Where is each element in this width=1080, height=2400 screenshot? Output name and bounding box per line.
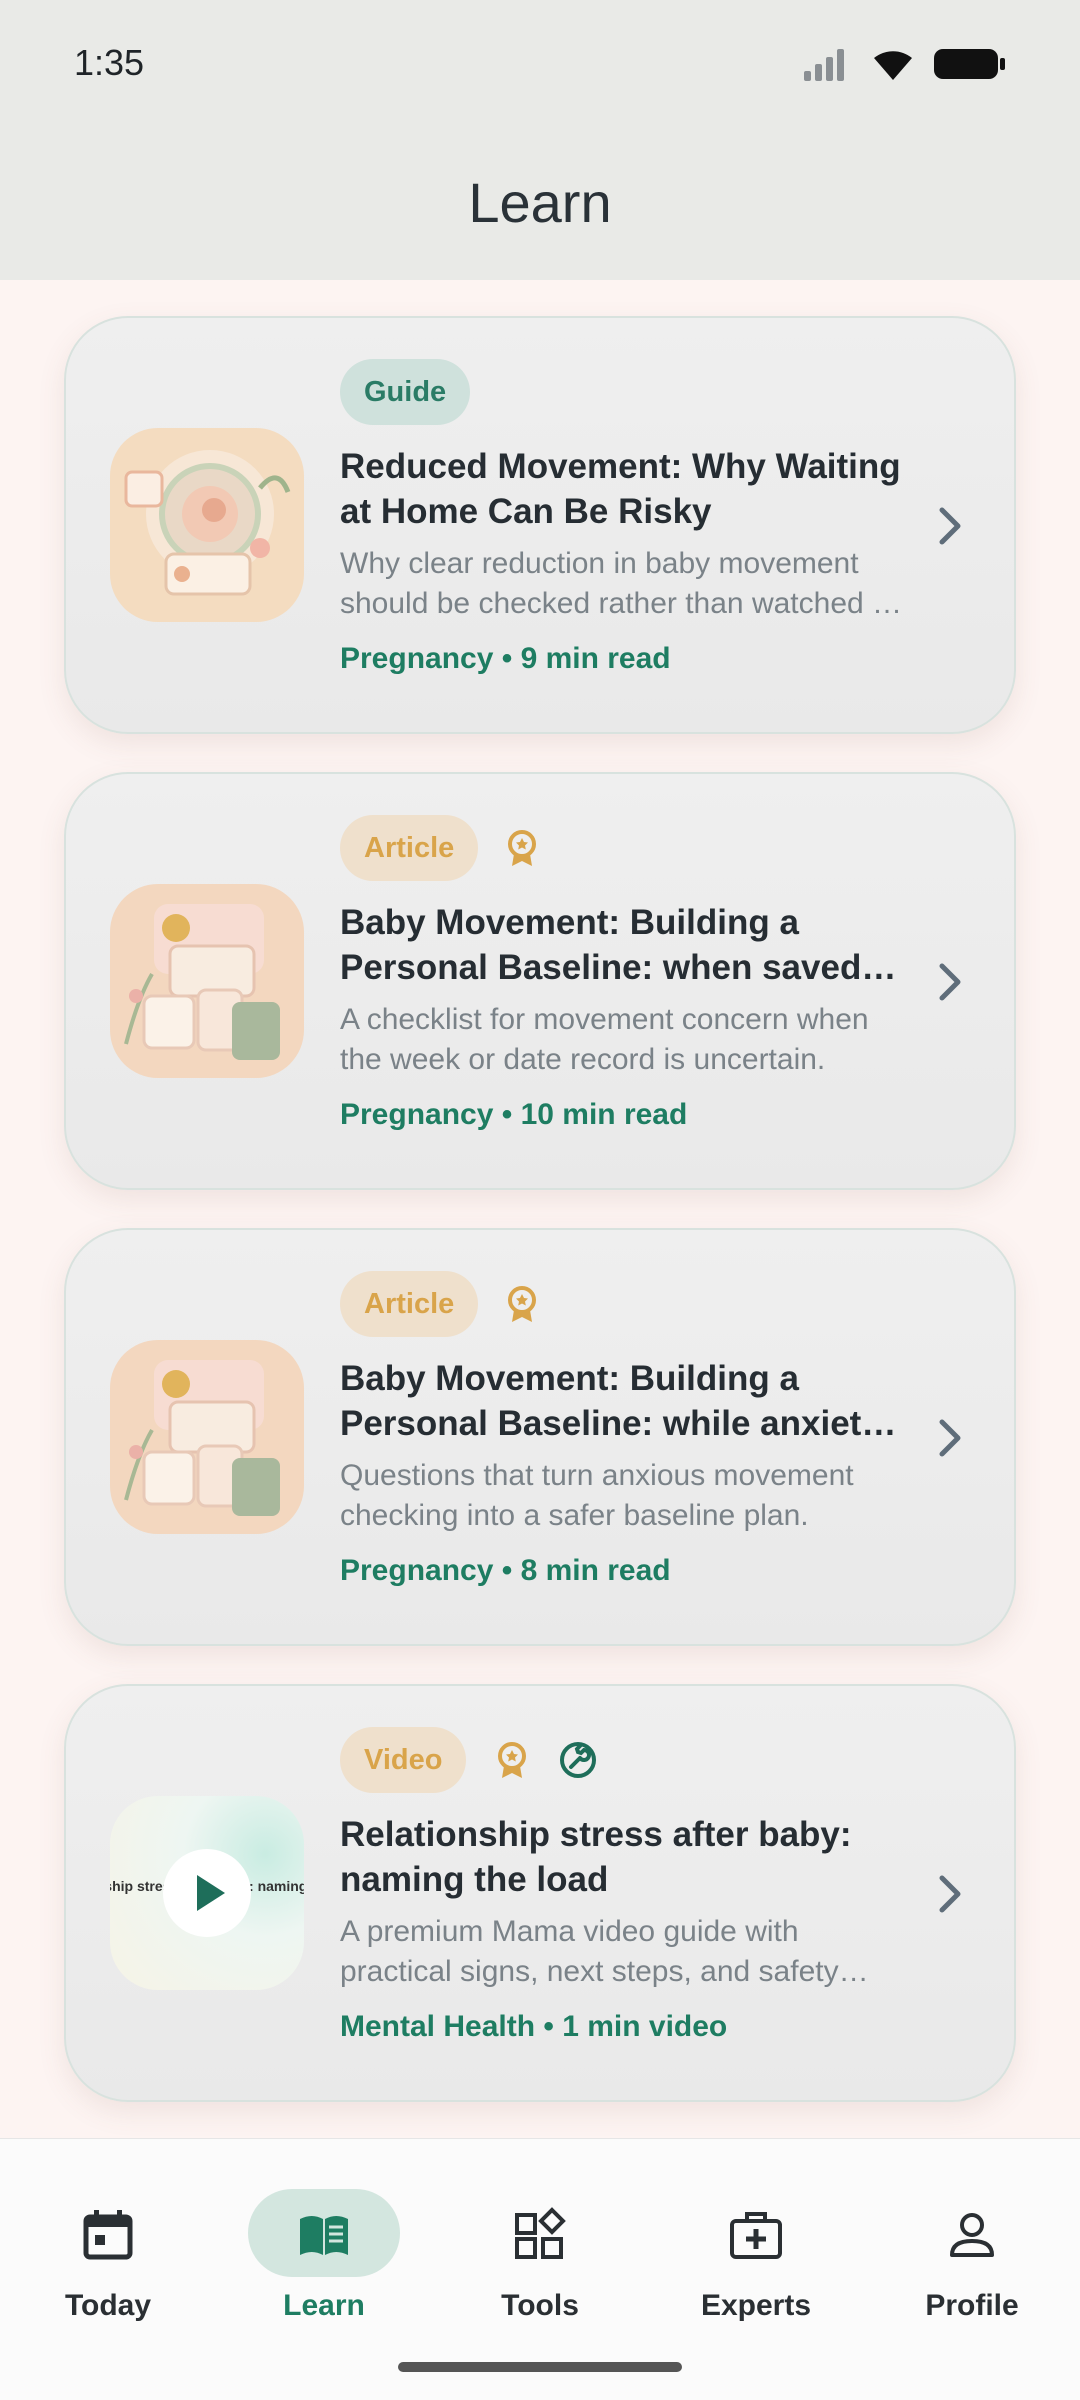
card-body: Article Baby Movement: Building a Person… (340, 814, 910, 1132)
person-icon (950, 2213, 994, 2257)
badge-row: Article (340, 1270, 910, 1338)
card-title: Relationship stress after baby: naming t… (340, 1815, 852, 1899)
home-indicator[interactable] (398, 2362, 682, 2372)
chevron-right-icon (939, 1419, 961, 1457)
checklist-illustration-icon (110, 884, 304, 1078)
chevron-right-icon (939, 1875, 961, 1913)
ultrasound-illustration-icon (110, 428, 304, 622)
nav-item-profile[interactable]: Profile (882, 2163, 1062, 2322)
card-meta: Pregnancy • 9 min read (340, 642, 671, 675)
wrench-icon (560, 1742, 597, 1778)
nav-label: Learn (283, 2289, 365, 2322)
nav-item-experts[interactable]: Experts (666, 2163, 846, 2322)
nav-label: Experts (700, 2289, 812, 2322)
content-type-badge: Article (340, 815, 479, 881)
card-meta: Pregnancy • 10 min read (340, 1098, 688, 1131)
card-description: Why clear reduction in baby movement sho… (340, 547, 898, 620)
checklist-illustration-icon (110, 1340, 304, 1534)
medical-kit-icon (730, 2212, 782, 2259)
card-thumbnail (110, 1340, 304, 1534)
video-thumbnail: Relationship stress after baby: naming t… (110, 1796, 304, 1990)
card-description: Questions that turn anxious movement che… (340, 1459, 854, 1532)
page-title: Learn (468, 171, 612, 234)
nav-label: Profile (925, 2289, 1019, 2322)
wifi-icon (874, 51, 912, 80)
nav-item-tools[interactable]: Tools (450, 2163, 630, 2322)
card-thumbnail (110, 884, 304, 1078)
card-title: Reduced Movement: Why Waiting at Home Ca… (340, 447, 901, 531)
status-bar: 1:35 (0, 0, 1080, 130)
play-icon (163, 1849, 251, 1937)
widgets-icon (515, 2207, 566, 2259)
badge-row: Video (340, 1726, 910, 1794)
badge-row: Guide (340, 358, 910, 426)
learn-list[interactable]: Guide Reduced Movement: Why Waiting at H… (0, 280, 1080, 2138)
calendar-icon (83, 2210, 133, 2260)
status-time: 1:35 (74, 42, 145, 83)
learn-card-reduced-movement[interactable]: Guide Reduced Movement: Why Waiting at H… (64, 316, 1016, 734)
card-description: A checklist for movement concern when th… (340, 1003, 869, 1076)
nav-item-today[interactable]: Today (18, 2163, 198, 2322)
card-meta: Mental Health • 1 min video (340, 2010, 728, 2043)
badge-row: Article (340, 814, 910, 882)
card-body: Video Relationship stress after baby: na… (340, 1726, 910, 2044)
card-description: A premium Mama video guide with practica… (340, 1915, 839, 1988)
battery-icon (934, 49, 1005, 79)
status-icons (804, 46, 1006, 82)
card-title: Baby Movement: Building a Personal Basel… (340, 1359, 881, 1443)
nav-label: Tools (501, 2289, 579, 2322)
bottom-navigation: Today Learn Tools Experts Profile (0, 2138, 1080, 2400)
chevron-right-icon (939, 507, 961, 545)
book-icon (300, 2216, 348, 2255)
content-type-badge: Article (340, 1271, 479, 1337)
award-icon (508, 1286, 537, 1322)
learn-card-relationship-stress[interactable]: Relationship stress after baby: naming t… (64, 1684, 1016, 2102)
card-meta: Pregnancy • 8 min read (340, 1554, 671, 1587)
nav-item-learn[interactable]: Learn (234, 2163, 414, 2322)
card-title: Baby Movement: Building a Personal Basel… (340, 903, 862, 987)
card-thumbnail (110, 428, 304, 622)
card-body: Guide Reduced Movement: Why Waiting at H… (340, 358, 910, 676)
learn-card-baseline-anxiety[interactable]: Article Baby Movement: Building a Person… (64, 1228, 1016, 1646)
app-header: Learn (0, 130, 1080, 280)
nav-label: Today (64, 2289, 152, 2322)
chevron-right-icon (939, 963, 961, 1001)
award-icon (508, 830, 537, 866)
card-body: Article Baby Movement: Building a Person… (340, 1270, 910, 1588)
content-type-badge: Guide (340, 359, 471, 425)
signal-icon (804, 49, 844, 81)
award-icon (498, 1742, 527, 1778)
content-type-badge: Video (340, 1727, 467, 1793)
learn-card-baseline-saved-dates[interactable]: Article Baby Movement: Building a Person… (64, 772, 1016, 1190)
